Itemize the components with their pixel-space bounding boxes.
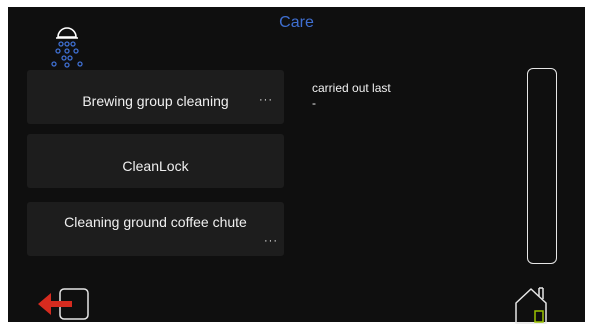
page-title: Care [279,14,314,31]
brewing-group-cleaning-button[interactable]: Brewing group cleaning ··· [27,70,284,124]
home-icon[interactable] [514,285,548,325]
screen: Care Brewing group cleaning ··· CleanLoc… [0,0,593,329]
care-panel: Care Brewing group cleaning ··· CleanLoc… [8,7,585,325]
more-options-icon: ··· [264,235,278,247]
last-performed-label: carried out last [312,81,391,95]
cleaning-ground-coffee-chute-button[interactable]: Cleaning ground coffee chute ··· [27,202,284,256]
last-performed-value: - [312,96,316,110]
scrollbar[interactable] [527,68,557,264]
cleanlock-label: CleanLock [122,158,189,174]
exit-icon[interactable] [36,288,90,322]
cleaning-ground-coffee-chute-label: Cleaning ground coffee chute [64,214,247,230]
more-options-icon: ··· [259,94,273,106]
cleanlock-button[interactable]: CleanLock [27,134,284,188]
brewing-group-cleaning-label: Brewing group cleaning [82,93,229,109]
